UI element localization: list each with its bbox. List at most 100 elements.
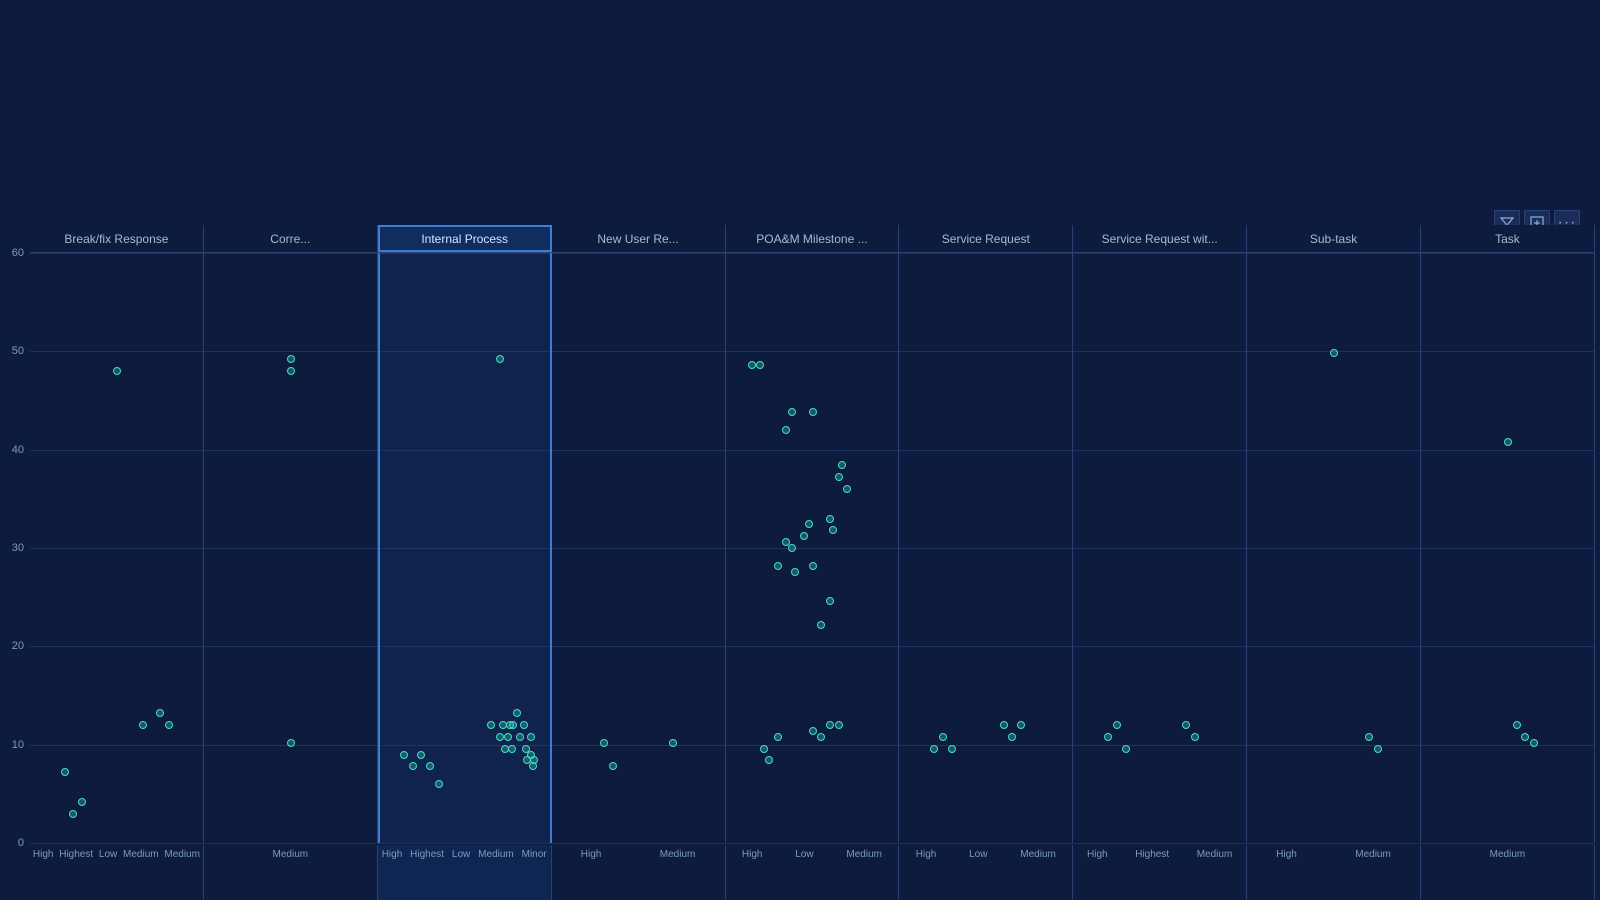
data-dot (835, 473, 843, 481)
data-dot (1365, 733, 1373, 741)
data-dot (765, 756, 773, 764)
x-axis: HighHighestLowMediumMediumMediumHighHigh… (30, 845, 1595, 900)
col-header-service-request-wit[interactable]: Service Request wit... (1073, 225, 1247, 252)
data-dot (527, 733, 535, 741)
data-dot (113, 367, 121, 375)
data-dot (760, 745, 768, 753)
data-dot (600, 739, 608, 747)
col-header-break-fix[interactable]: Break/fix Response (30, 225, 204, 252)
col-section-sub-task (1247, 253, 1421, 843)
col-header-new-user-request[interactable]: New User Re... (552, 225, 726, 252)
data-dot (826, 721, 834, 729)
x-axis-label: Medium (478, 849, 514, 860)
x-axis-label: Low (969, 849, 987, 860)
data-dot (791, 568, 799, 576)
data-dot (1000, 721, 1008, 729)
data-dot (930, 745, 938, 753)
x-col-labels-break-fix: HighHighestLowMediumMedium (30, 845, 204, 900)
x-col-labels-poam-milestone: HighLowMedium (726, 845, 900, 900)
data-dot (948, 745, 956, 753)
data-dot (516, 733, 524, 741)
col-header-internal-process[interactable]: Internal Process (378, 225, 552, 252)
data-dot (1330, 349, 1338, 357)
data-dot (435, 780, 443, 788)
data-dot (1104, 733, 1112, 741)
data-dot (487, 721, 495, 729)
data-dot (1191, 733, 1199, 741)
x-col-labels-internal-process: HighHighestLowMediumMinor (378, 845, 552, 900)
data-dot (774, 562, 782, 570)
grid-line (30, 843, 1595, 844)
col-section-corre (204, 253, 378, 843)
data-dot (529, 762, 537, 770)
x-axis-label: Medium (1197, 849, 1233, 860)
x-axis-label: Medium (660, 849, 696, 860)
x-axis-label: Medium (164, 849, 200, 860)
data-dot (520, 721, 528, 729)
data-dot (838, 461, 846, 469)
data-dot (805, 520, 813, 528)
col-header-corre[interactable]: Corre... (204, 225, 378, 252)
x-axis-label: Low (452, 849, 470, 860)
data-dot (1374, 745, 1382, 753)
x-axis-label: Minor (522, 849, 547, 860)
x-axis-label: High (382, 849, 403, 860)
y-axis-label: 0 (18, 837, 24, 849)
y-axis-label: 20 (12, 640, 24, 652)
data-dot (835, 721, 843, 729)
col-header-service-request[interactable]: Service Request (899, 225, 1073, 252)
data-dot (165, 721, 173, 729)
data-dot (69, 810, 77, 818)
x-col-labels-new-user-request: HighMedium (552, 845, 726, 900)
data-dot (800, 532, 808, 540)
data-dot (139, 721, 147, 729)
x-axis-label: Medium (1355, 849, 1391, 860)
x-axis-label: Medium (1020, 849, 1056, 860)
col-header-sub-task[interactable]: Sub-task (1247, 225, 1421, 252)
data-dot (826, 597, 834, 605)
data-dot (78, 798, 86, 806)
col-section-break-fix (30, 253, 204, 843)
data-dot (1521, 733, 1529, 741)
plot-area (30, 253, 1595, 843)
top-area: ··· (0, 0, 1600, 225)
x-axis-label: Low (99, 849, 117, 860)
data-dot (400, 751, 408, 759)
data-dot (1113, 721, 1121, 729)
data-dot (788, 544, 796, 552)
data-dot (817, 621, 825, 629)
data-dot (843, 485, 851, 493)
col-section-new-user-request (552, 253, 726, 843)
data-dot (287, 739, 295, 747)
data-dot (509, 721, 517, 729)
data-dot (513, 709, 521, 717)
x-axis-label: Low (795, 849, 813, 860)
data-dot (1017, 721, 1025, 729)
x-col-labels-corre: Medium (204, 845, 378, 900)
data-dot (1513, 721, 1521, 729)
data-dot (829, 526, 837, 534)
data-dot (426, 762, 434, 770)
col-header-poam-milestone[interactable]: POA&M Milestone ... (726, 225, 900, 252)
data-dot (788, 408, 796, 416)
x-axis-label: Medium (273, 849, 309, 860)
data-dot (809, 408, 817, 416)
data-dot (669, 739, 677, 747)
x-axis-label: Highest (59, 849, 93, 860)
col-section-poam-milestone (726, 253, 900, 843)
x-col-labels-service-request-wit: HighHighestMedium (1073, 845, 1247, 900)
x-col-labels-service-request: High Low Medium (899, 845, 1073, 900)
data-dot (287, 355, 295, 363)
y-axis-label: 10 (12, 739, 24, 751)
y-axis-label: 30 (12, 542, 24, 554)
col-header-task[interactable]: Task (1421, 225, 1595, 252)
data-dot (1530, 739, 1538, 747)
x-axis-label: High (916, 849, 937, 860)
data-dot (527, 751, 535, 759)
col-section-task (1421, 253, 1595, 843)
y-axis-label: 50 (12, 345, 24, 357)
data-dot (417, 751, 425, 759)
data-dot (939, 733, 947, 741)
data-dot (508, 745, 516, 753)
x-axis-label: High (742, 849, 763, 860)
